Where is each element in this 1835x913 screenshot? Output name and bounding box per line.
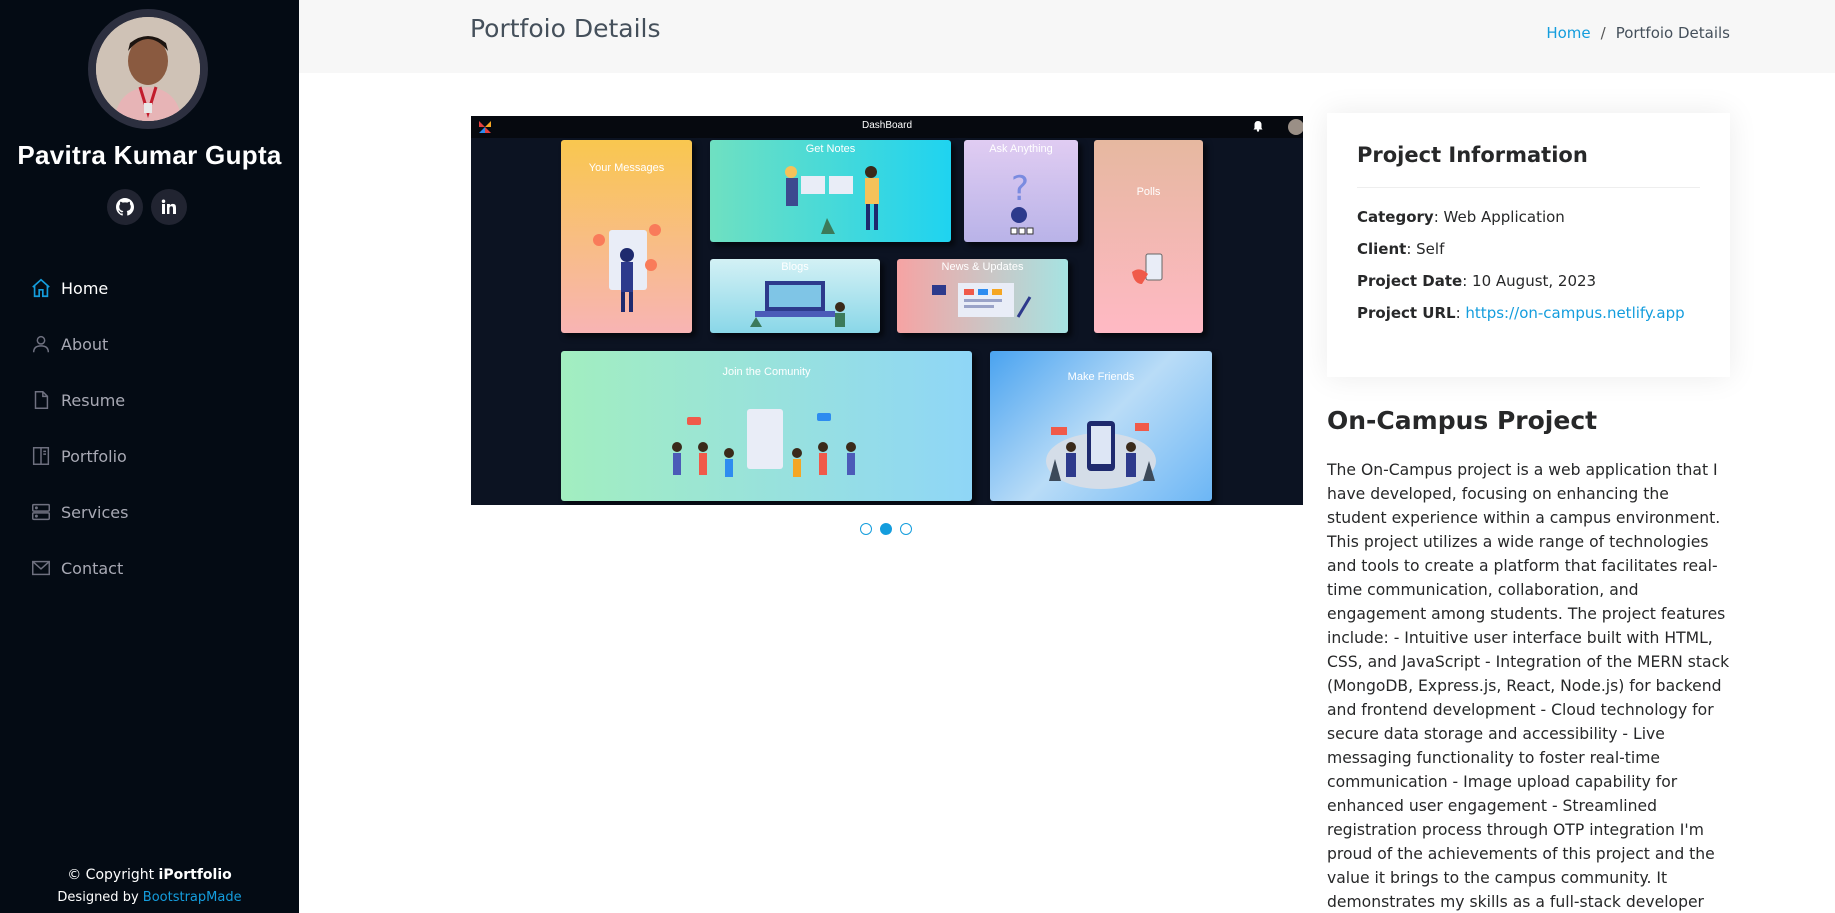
sidebar-footer: © Copyright iPortfolio Designed by Boots… — [0, 867, 299, 905]
brand-name: iPortfolio — [158, 867, 232, 883]
ask-illustration: ? — [1010, 169, 1034, 235]
nav-item-services[interactable]: Services — [30, 484, 270, 540]
page-title: Portfoio Details — [470, 14, 661, 43]
category-row: Category: Web Application — [1357, 208, 1565, 226]
nav-item-resume[interactable]: Resume — [30, 372, 270, 428]
profile-name: Pavitra Kumar Gupta — [17, 140, 282, 170]
project-url-label: Project URL — [1357, 304, 1456, 322]
card-label: Your Messages — [588, 162, 665, 174]
friends-illustration — [1046, 421, 1156, 489]
project-info-heading: Project Information — [1357, 143, 1700, 188]
project-date-label: Project Date — [1357, 272, 1463, 290]
nav-item-about[interactable]: About — [30, 316, 270, 372]
avatar — [88, 9, 208, 129]
polls-illustration — [1131, 253, 1162, 284]
nav-label: About — [61, 334, 109, 354]
social-links — [107, 189, 187, 225]
client-row: Client: Self — [1357, 240, 1445, 258]
messages-illustration — [592, 224, 661, 312]
breadcrumb-home-link[interactable]: Home — [1546, 24, 1590, 42]
house-icon — [30, 277, 52, 299]
slider-dot-2[interactable] — [880, 523, 892, 535]
project-title: On-Campus Project — [1327, 406, 1598, 435]
nav-label: Services — [61, 502, 129, 522]
designer-link[interactable]: BootstrapMade — [143, 890, 242, 905]
dashboard-avatar — [1288, 119, 1303, 135]
card-label: Make Friends — [1067, 371, 1135, 383]
breadcrumb-bar: Portfoio Details Home / Portfoio Details — [299, 0, 1835, 73]
designed-by-line: Designed by BootstrapMade — [0, 890, 299, 905]
project-url-row: Project URL: https://on-campus.netlify.a… — [1357, 304, 1685, 322]
designed-prefix: Designed by — [57, 890, 143, 905]
slider-pagination — [860, 523, 912, 535]
project-date-value: 10 August, 2023 — [1472, 272, 1597, 290]
card-blogs: Blogs — [710, 259, 880, 333]
nav-label: Resume — [61, 390, 126, 410]
project-url-link[interactable]: https://on-campus.netlify.app — [1465, 304, 1684, 322]
copyright-line: © Copyright iPortfolio — [0, 867, 299, 883]
nav-item-portfolio[interactable]: Portfolio — [30, 428, 270, 484]
nav-label: Portfolio — [61, 446, 127, 466]
main-nav: Home About Resume Portfolio Services Con… — [30, 260, 270, 596]
portfolio-slider-image[interactable]: DashBoard Your Messages Get Notes Ask An… — [471, 116, 1303, 505]
breadcrumb-separator: / — [1600, 24, 1606, 42]
news-illustration — [931, 283, 1031, 318]
category-label: Category — [1357, 208, 1434, 226]
client-label: Client — [1357, 240, 1407, 258]
card-label: Join the Comunity — [722, 366, 811, 378]
nav-item-home[interactable]: Home — [30, 260, 270, 316]
envelope-icon — [30, 557, 52, 579]
svg-text:?: ? — [1011, 169, 1029, 209]
nav-label: Contact — [61, 558, 124, 578]
file-icon — [30, 389, 52, 411]
client-value: Self — [1416, 240, 1445, 258]
card-ask-anything: Ask Anything ? — [964, 140, 1078, 242]
project-description: The On-Campus project is a web applicati… — [1327, 461, 1730, 911]
card-make-friends: Make Friends — [990, 351, 1212, 501]
blogs-illustration — [750, 281, 845, 327]
card-polls: Polls — [1094, 140, 1203, 333]
dashboard-title: DashBoard — [861, 120, 913, 131]
card-label: News & Updates — [941, 261, 1024, 273]
card-your-messages: Your Messages — [561, 140, 692, 333]
card-label: Get Notes — [805, 143, 856, 155]
breadcrumb-current: Portfoio Details — [1615, 24, 1730, 42]
community-illustration — [671, 409, 856, 477]
category-value: Web Application — [1443, 208, 1565, 226]
nav-label: Home — [61, 278, 109, 298]
person-icon — [30, 333, 52, 355]
card-join-community: Join the Comunity — [561, 351, 972, 501]
linkedin-button[interactable] — [151, 189, 187, 225]
linkedin-icon — [161, 199, 176, 214]
dashboard-topbar: DashBoard — [471, 116, 1303, 138]
profile-photo — [96, 17, 200, 121]
card-get-notes: Get Notes — [710, 140, 951, 242]
github-button[interactable] — [107, 189, 143, 225]
card-label: Ask Anything — [989, 143, 1053, 155]
bell-icon — [1253, 121, 1263, 132]
slider-dot-1[interactable] — [860, 523, 872, 535]
copyright-prefix: © Copyright — [67, 867, 159, 883]
card-label: Blogs — [781, 261, 809, 273]
card-news-updates: News & Updates — [897, 259, 1068, 333]
server-icon — [30, 501, 52, 523]
slider-dot-3[interactable] — [900, 523, 912, 535]
breadcrumb: Home / Portfoio Details — [1546, 24, 1730, 42]
book-icon — [30, 445, 52, 467]
project-info-card: Project Information Category: Web Applic… — [1327, 113, 1730, 377]
nav-item-contact[interactable]: Contact — [30, 540, 270, 596]
github-icon — [116, 198, 134, 216]
notes-illustration — [784, 166, 879, 234]
card-label: Polls — [1136, 186, 1161, 198]
project-date-row: Project Date: 10 August, 2023 — [1357, 272, 1597, 290]
sidebar: Pavitra Kumar Gupta Home About Resume Po… — [0, 0, 299, 913]
